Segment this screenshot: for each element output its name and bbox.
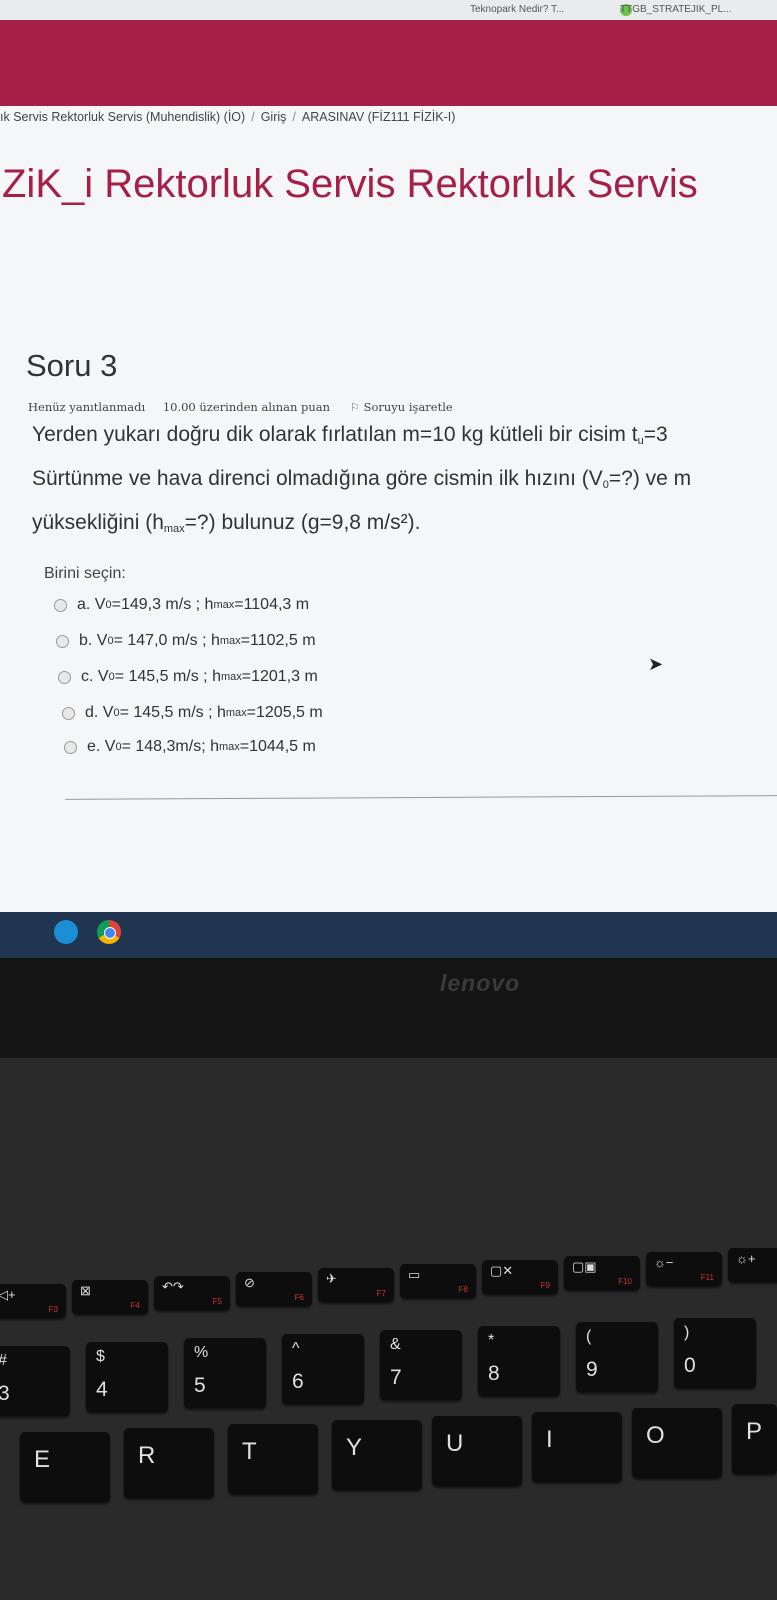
key-3[interactable]: #3 bbox=[0, 1346, 70, 1416]
answer-option-d[interactable]: d. V 0 = 145,5 m/s ; h max =1205,5 m bbox=[62, 704, 323, 722]
key-f6[interactable]: ⊘ F6 bbox=[236, 1272, 312, 1306]
answer-option-e[interactable]: e. V 0 = 148,3m/s; h max =1044,5 m bbox=[64, 738, 316, 756]
camera-icon: ▭ bbox=[408, 1267, 421, 1282]
breadcrumb-separator: / bbox=[292, 110, 296, 124]
chrome-icon[interactable] bbox=[97, 920, 121, 944]
key-o[interactable]: O bbox=[632, 1408, 722, 1478]
answer-option-a[interactable]: a. V 0 =149,3 m/s ; h max =1104,3 m bbox=[54, 596, 309, 614]
key-f9[interactable]: ▢✕ F9 bbox=[482, 1260, 558, 1294]
key-f8[interactable]: ▭ F8 bbox=[400, 1264, 476, 1298]
screen: Teknopark Nedir? T... TTGB_STRATEJIK_PL.… bbox=[0, 0, 777, 958]
key-5[interactable]: % 5 bbox=[184, 1338, 266, 1408]
question-points: 10.00 üzerinden alınan puan bbox=[162, 400, 331, 414]
divider bbox=[65, 795, 777, 800]
brightness-up-icon: ☼+ bbox=[736, 1251, 756, 1266]
mouse-cursor-icon: ➤ bbox=[648, 654, 664, 674]
airplane-icon: ✈ bbox=[326, 1271, 337, 1286]
close-window-icon: ⊠ bbox=[80, 1283, 91, 1298]
refresh-icon: ↶↷ bbox=[162, 1279, 184, 1294]
touchpad-icon: ⊘ bbox=[244, 1275, 255, 1290]
mic-icon: ◁+ bbox=[0, 1287, 16, 1302]
question-text: Yerden yukarı doğru dik olarak fırlatıla… bbox=[32, 416, 777, 548]
flag-icon: ⚐ bbox=[349, 401, 360, 414]
answer-option-c[interactable]: c. V 0 = 145,5 m/s ; h max =1201,3 m bbox=[58, 668, 318, 686]
edge-icon[interactable] bbox=[54, 920, 78, 944]
key-0[interactable]: ) 0 bbox=[674, 1318, 756, 1388]
key-7[interactable]: & 7 bbox=[380, 1330, 462, 1400]
flag-label: Soruyu işaretle bbox=[363, 400, 453, 414]
choose-label: Birini seçin: bbox=[44, 565, 126, 582]
question-meta: Henüz yanıtlanmadı 10.00 üzerinden alına… bbox=[28, 400, 453, 414]
key-f12[interactable]: ☼+ bbox=[728, 1248, 777, 1282]
lock-screen-icon: ▢✕ bbox=[490, 1263, 514, 1278]
key-y[interactable]: Y bbox=[332, 1420, 422, 1490]
keyboard-deck: ◁+ F3 ⊠ F4 ↶↷ F5 ⊘ F6 ✈ F7 ▭ F8 ▢✕ F9 ▢▣ F10 ☼− F… bbox=[0, 1058, 777, 1600]
page-title: ZiK_i Rektorluk Servis Rektorluk Servis bbox=[2, 162, 698, 206]
question-status: Henüz yanıtlanmadı bbox=[28, 400, 146, 414]
key-6[interactable]: ^ 6 bbox=[282, 1334, 364, 1404]
key-i[interactable]: I bbox=[532, 1412, 622, 1482]
answer-option-b[interactable]: b. V 0 = 147,0 m/s ; h max =1102,5 m bbox=[56, 632, 316, 650]
flag-question-link[interactable]: ⚐ Soruyu işaretle bbox=[350, 400, 453, 414]
radio-button[interactable] bbox=[54, 598, 67, 612]
taskbar bbox=[0, 912, 777, 958]
key-f10[interactable]: ▢▣ F10 bbox=[564, 1256, 640, 1290]
question-title: Soru 3 bbox=[26, 348, 118, 383]
laptop-bezel bbox=[0, 958, 777, 1058]
lenovo-logo: lenovo bbox=[440, 970, 521, 996]
brightness-down-icon: ☼− bbox=[654, 1255, 674, 1270]
key-f4[interactable]: ⊠ F4 bbox=[72, 1280, 148, 1314]
key-9[interactable]: (9 bbox=[576, 1322, 658, 1392]
key-f11[interactable]: ☼− F11 bbox=[646, 1252, 722, 1286]
site-header-bar bbox=[0, 20, 777, 106]
breadcrumb-course[interactable]: ık Servis Rektorluk Servis (Muhendislik)… bbox=[0, 110, 245, 124]
radio-button[interactable] bbox=[58, 670, 71, 684]
key-u[interactable]: U bbox=[432, 1416, 522, 1486]
key-f7[interactable]: ✈ F7 bbox=[318, 1268, 394, 1302]
key-f5[interactable]: ↶↷ F5 bbox=[154, 1276, 230, 1310]
browser-tab-strip: Teknopark Nedir? T... TTGB_STRATEJIK_PL.… bbox=[0, 0, 777, 20]
key-t[interactable]: T bbox=[228, 1424, 318, 1494]
radio-button[interactable] bbox=[62, 706, 75, 720]
radio-button[interactable] bbox=[56, 634, 69, 648]
key-e[interactable]: E bbox=[20, 1432, 110, 1502]
key-r[interactable]: R bbox=[124, 1428, 214, 1498]
key-8[interactable]: * 8 bbox=[478, 1326, 560, 1396]
key-f3[interactable]: ◁+ F3 bbox=[0, 1284, 66, 1318]
breadcrumb: ık Servis Rektorluk Servis (Muhendislik)… bbox=[0, 110, 777, 124]
radio-button[interactable] bbox=[64, 740, 77, 754]
question-text-line: Sürtünme ve hava direnci olmadığına göre… bbox=[32, 467, 692, 491]
key-4[interactable]: $4 bbox=[86, 1342, 168, 1412]
key-p[interactable]: P bbox=[732, 1404, 777, 1474]
display-icon: ▢▣ bbox=[572, 1259, 597, 1274]
question-text-line: Yerden yukarı doğru dik olarak fırlatıla… bbox=[32, 423, 668, 447]
breadcrumb-separator: / bbox=[251, 110, 255, 124]
question-text-line: yüksekliğini (hmax=?) bulunuz (g=9,8 m/s… bbox=[32, 511, 421, 535]
breadcrumb-exam[interactable]: ARASINAV (FİZ111 FİZİK-I) bbox=[302, 110, 456, 124]
breadcrumb-home[interactable]: Giriş bbox=[261, 110, 287, 124]
